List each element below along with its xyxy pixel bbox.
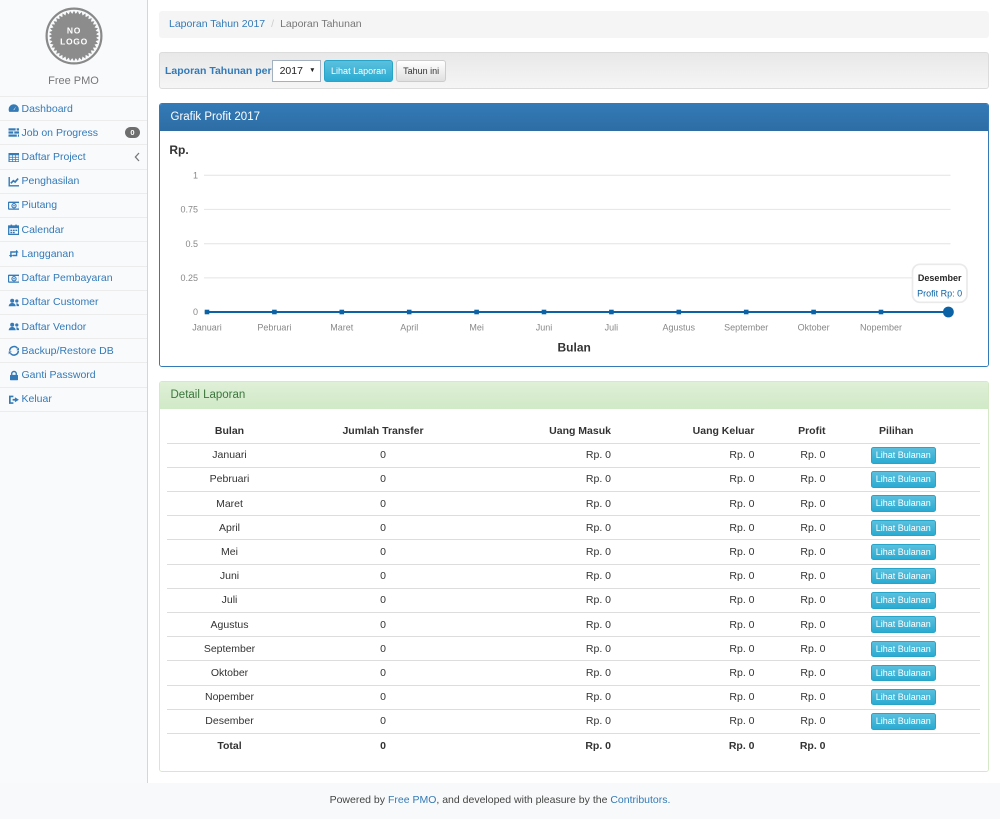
svg-text:Rp.: Rp. [169, 143, 188, 157]
svg-text:Juni: Juni [535, 323, 552, 333]
svg-text:September: September [724, 323, 768, 333]
svg-text:April: April [400, 323, 418, 333]
svg-text:Maret: Maret [330, 323, 354, 333]
svg-text:Juli: Juli [604, 323, 618, 333]
svg-text:Desember: Desember [917, 273, 961, 283]
svg-text:Pebruari: Pebruari [257, 323, 291, 333]
svg-text:Bulan: Bulan [557, 341, 590, 355]
svg-text:Nopember: Nopember [859, 323, 901, 333]
svg-text:0.75: 0.75 [180, 205, 198, 215]
svg-text:1: 1 [192, 171, 197, 181]
svg-text:0.25: 0.25 [180, 273, 198, 283]
svg-text:LOGO: LOGO [60, 37, 88, 47]
svg-text:0: 0 [192, 307, 197, 317]
svg-text:Oktober: Oktober [797, 323, 829, 333]
svg-text:Januari: Januari [192, 323, 222, 333]
svg-text:Mei: Mei [469, 323, 484, 333]
svg-text:Agustus: Agustus [662, 323, 695, 333]
svg-text:0.5: 0.5 [185, 239, 198, 249]
svg-text:Profit Rp: 0: Profit Rp: 0 [917, 288, 962, 298]
svg-text:NO: NO [66, 26, 80, 36]
